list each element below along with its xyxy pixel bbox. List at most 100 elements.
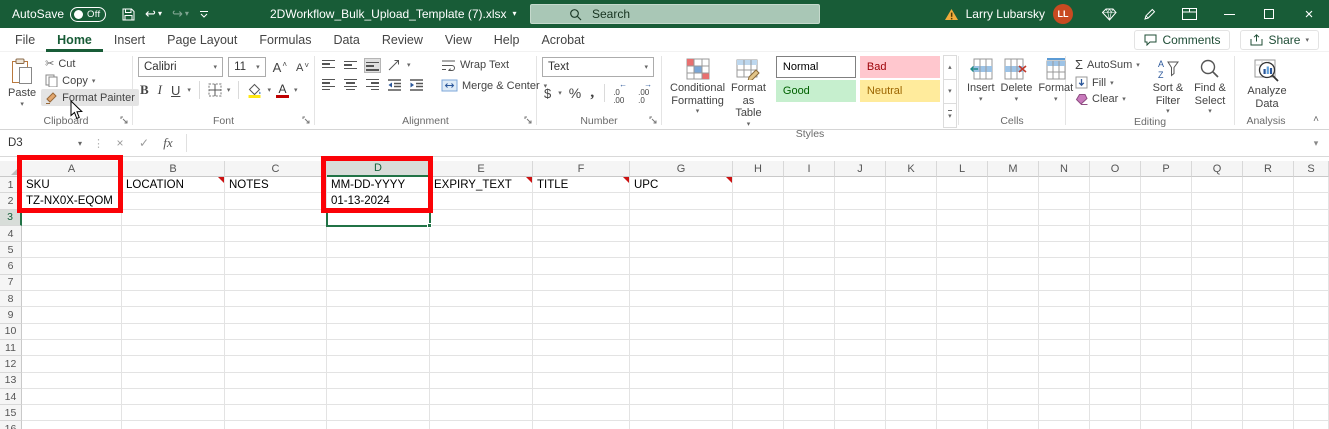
cell-J4[interactable]	[835, 226, 886, 242]
cell-S6[interactable]	[1294, 258, 1329, 274]
cell-G12[interactable]	[630, 356, 733, 372]
wrap-text-button[interactable]: Wrap Text	[437, 57, 551, 73]
collapse-ribbon-icon[interactable]: ˄	[1313, 114, 1319, 125]
cell-R7[interactable]	[1243, 275, 1294, 291]
insert-function-button[interactable]: fx	[156, 135, 180, 151]
cell-R4[interactable]	[1243, 226, 1294, 242]
cell-O7[interactable]	[1090, 275, 1141, 291]
cell-G6[interactable]	[630, 258, 733, 274]
cell-R2[interactable]	[1243, 193, 1294, 209]
cell-Q3[interactable]	[1192, 210, 1243, 226]
cell-J14[interactable]	[835, 389, 886, 405]
cell-J5[interactable]	[835, 242, 886, 258]
pen-icon[interactable]	[1129, 0, 1169, 28]
cell-G10[interactable]	[630, 324, 733, 340]
cell-D8[interactable]	[327, 291, 430, 307]
cell-H12[interactable]	[733, 356, 784, 372]
autosave-control[interactable]: AutoSave Off	[12, 7, 106, 22]
cell-F10[interactable]	[533, 324, 630, 340]
cell-N14[interactable]	[1039, 389, 1090, 405]
cell-N12[interactable]	[1039, 356, 1090, 372]
cell-D5[interactable]	[327, 242, 430, 258]
cell-O14[interactable]	[1090, 389, 1141, 405]
cell-I10[interactable]	[784, 324, 835, 340]
cell-K4[interactable]	[886, 226, 937, 242]
cell-I14[interactable]	[784, 389, 835, 405]
cell-N13[interactable]	[1039, 373, 1090, 389]
avatar[interactable]: LL	[1053, 4, 1073, 24]
cell-B4[interactable]	[122, 226, 225, 242]
cell-R5[interactable]	[1243, 242, 1294, 258]
gallery-up-button[interactable]: ▴	[944, 56, 956, 80]
cell-L2[interactable]	[937, 193, 988, 209]
cell-G3[interactable]	[630, 210, 733, 226]
warning-icon[interactable]	[944, 8, 959, 21]
cell-D15[interactable]	[327, 405, 430, 421]
cell-K1[interactable]	[886, 177, 937, 193]
row-header-10[interactable]: 10	[0, 324, 22, 340]
cell-B6[interactable]	[122, 258, 225, 274]
autosum-button[interactable]: Σ AutoSum ▾	[1071, 55, 1147, 74]
cell-E8[interactable]	[430, 291, 533, 307]
cell-R12[interactable]	[1243, 356, 1294, 372]
cell-D10[interactable]	[327, 324, 430, 340]
cell-K13[interactable]	[886, 373, 937, 389]
font-color-button[interactable]: A	[276, 82, 289, 98]
font-name-select[interactable]: Calibri ▾	[138, 57, 223, 77]
cell-E2[interactable]	[430, 193, 533, 209]
cut-button[interactable]: ✂ Cut	[41, 55, 139, 72]
cell-R1[interactable]	[1243, 177, 1294, 193]
cell-E3[interactable]	[430, 210, 533, 226]
increase-decimal-button[interactable]: ←.0 .00	[613, 81, 633, 105]
find-select-button[interactable]: Find & Select ▾	[1189, 55, 1231, 115]
cell-O16[interactable]	[1090, 421, 1141, 429]
cell-D7[interactable]	[327, 275, 430, 291]
cell-B13[interactable]	[122, 373, 225, 389]
cell-E9[interactable]	[430, 307, 533, 323]
cell-Q8[interactable]	[1192, 291, 1243, 307]
cell-L14[interactable]	[937, 389, 988, 405]
cell-K3[interactable]	[886, 210, 937, 226]
cell-D1[interactable]: MM-DD-YYYY	[327, 177, 430, 193]
italic-button[interactable]: I	[156, 82, 164, 98]
cell-S12[interactable]	[1294, 356, 1329, 372]
cell-P5[interactable]	[1141, 242, 1192, 258]
cell-Q7[interactable]	[1192, 275, 1243, 291]
cell-I6[interactable]	[784, 258, 835, 274]
cell-L6[interactable]	[937, 258, 988, 274]
cell-O3[interactable]	[1090, 210, 1141, 226]
tab-acrobat[interactable]: Acrobat	[530, 28, 595, 52]
cell-A9[interactable]	[22, 307, 122, 323]
cell-P10[interactable]	[1141, 324, 1192, 340]
cell-C13[interactable]	[225, 373, 327, 389]
clear-button[interactable]: Clear ▾	[1071, 91, 1147, 107]
cell-P4[interactable]	[1141, 226, 1192, 242]
cell-M14[interactable]	[988, 389, 1039, 405]
cell-M4[interactable]	[988, 226, 1039, 242]
cell-E13[interactable]	[430, 373, 533, 389]
cell-K14[interactable]	[886, 389, 937, 405]
cell-Q13[interactable]	[1192, 373, 1243, 389]
cell-O15[interactable]	[1090, 405, 1141, 421]
cell-L4[interactable]	[937, 226, 988, 242]
cell-O6[interactable]	[1090, 258, 1141, 274]
cell-I7[interactable]	[784, 275, 835, 291]
cell-B1[interactable]: LOCATION	[122, 177, 225, 193]
middle-align-button[interactable]	[342, 58, 359, 73]
font-dialog-launcher[interactable]	[302, 116, 311, 125]
cell-G15[interactable]	[630, 405, 733, 421]
cell-P16[interactable]	[1141, 421, 1192, 429]
document-title[interactable]: 2DWorkflow_Bulk_Upload_Template (7).xlsx…	[270, 0, 517, 28]
cell-H13[interactable]	[733, 373, 784, 389]
cell-K16[interactable]	[886, 421, 937, 429]
cell-B7[interactable]	[122, 275, 225, 291]
cell-C9[interactable]	[225, 307, 327, 323]
cell-I15[interactable]	[784, 405, 835, 421]
cell-J9[interactable]	[835, 307, 886, 323]
cell-P8[interactable]	[1141, 291, 1192, 307]
cell-L11[interactable]	[937, 340, 988, 356]
cell-L5[interactable]	[937, 242, 988, 258]
cell-Q6[interactable]	[1192, 258, 1243, 274]
cell-S14[interactable]	[1294, 389, 1329, 405]
cell-P2[interactable]	[1141, 193, 1192, 209]
